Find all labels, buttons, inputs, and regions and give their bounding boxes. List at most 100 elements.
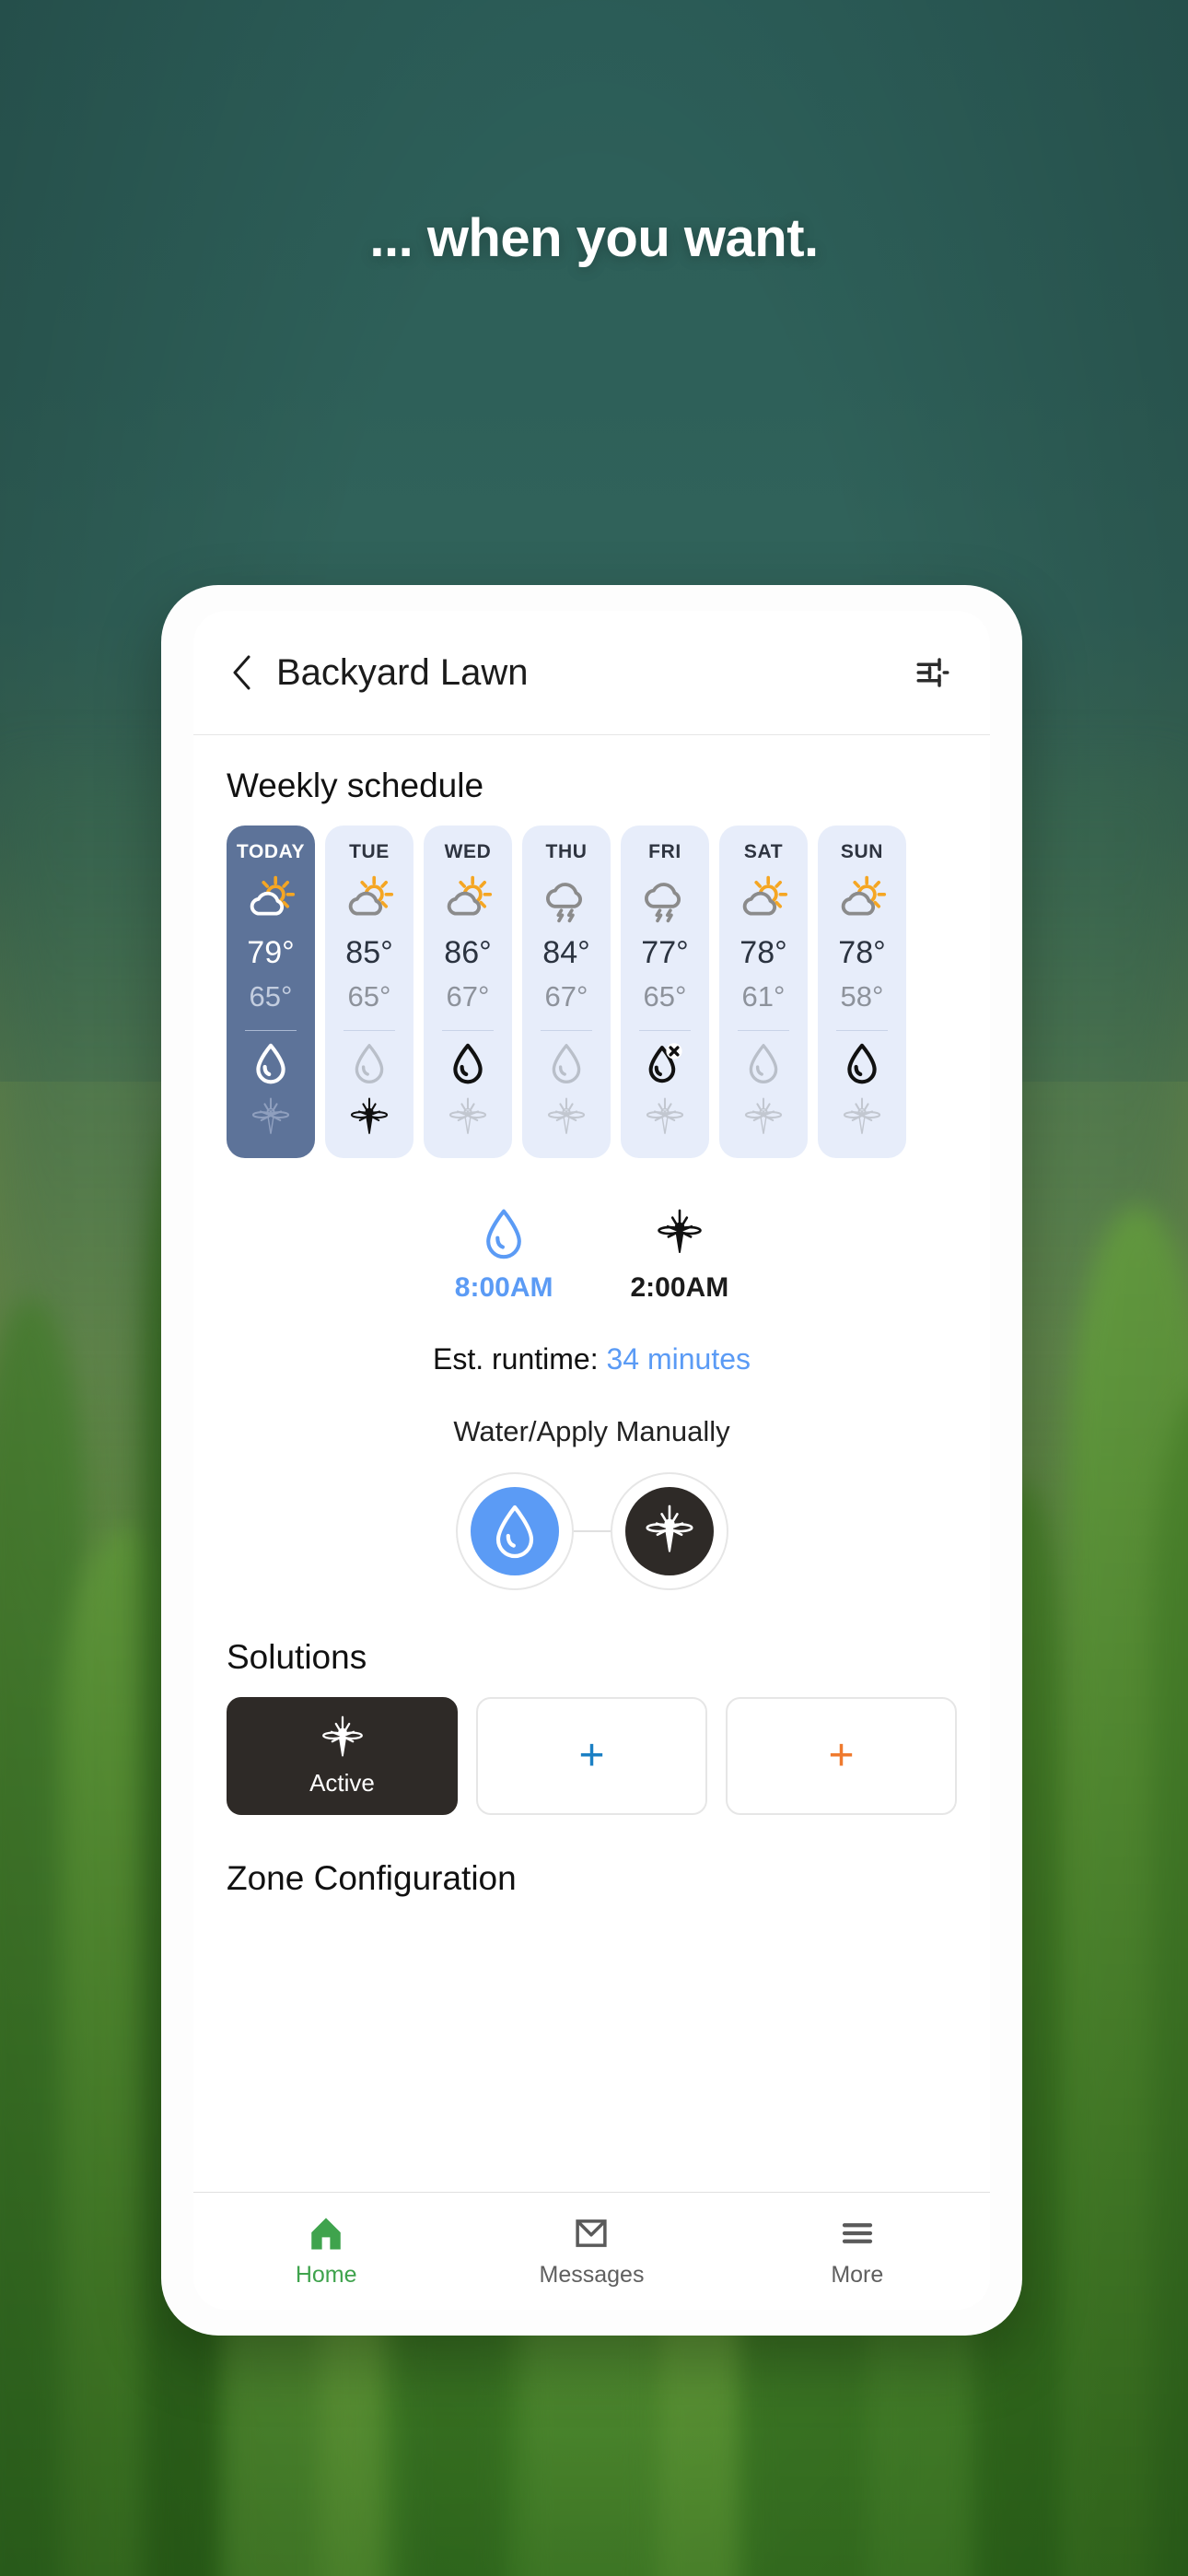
day-low-temp: 67°	[544, 980, 588, 1013]
page-title: ... when you want.	[369, 208, 819, 268]
day-water-status	[548, 1035, 585, 1092]
weather-icon-slot	[738, 869, 789, 930]
weather-icon-slot	[344, 869, 395, 930]
day-card[interactable]: TUE 85° 65°	[325, 825, 413, 1158]
mosquito-icon	[547, 1097, 586, 1134]
nav-item-more[interactable]: More	[725, 2214, 990, 2289]
partly-sunny-icon	[250, 875, 296, 916]
mosquito-icon	[251, 1097, 290, 1134]
mosquito-icon	[658, 1209, 702, 1253]
day-divider	[836, 1030, 888, 1031]
bug-time-label: 2:00AM	[630, 1272, 729, 1303]
partly-sunny-icon	[742, 875, 788, 916]
day-high-temp: 78°	[740, 935, 787, 970]
tune-sliders-icon	[916, 658, 949, 687]
day-bug-status	[842, 1092, 882, 1143]
weather-icon-slot	[541, 869, 592, 930]
day-bug-status	[448, 1092, 488, 1143]
day-divider	[639, 1030, 691, 1031]
weekly-schedule-title: Weekly schedule	[227, 767, 484, 804]
runtime-value: 34 minutes	[606, 1342, 751, 1376]
day-divider	[245, 1030, 297, 1031]
day-water-status	[449, 1035, 486, 1092]
manual-water-pill	[470, 1487, 559, 1575]
day-low-temp: 58°	[840, 980, 884, 1013]
manual-link-line	[573, 1530, 611, 1532]
manual-bug-button[interactable]	[610, 1472, 728, 1590]
solution-add-button-orange[interactable]: +	[726, 1697, 957, 1815]
app-header: Backyard Lawn	[193, 611, 990, 735]
day-water-status	[844, 1035, 880, 1092]
nav-home-label: Home	[295, 2262, 357, 2288]
solution-card-active[interactable]: Active	[227, 1697, 458, 1815]
day-low-temp: 67°	[446, 980, 490, 1013]
day-high-temp: 78°	[838, 935, 886, 970]
day-water-status	[745, 1035, 782, 1092]
nav-messages-label: Messages	[539, 2262, 645, 2288]
mosquito-icon	[350, 1097, 389, 1134]
day-low-temp: 65°	[249, 980, 293, 1013]
estimated-runtime: Est. runtime: 34 minutes	[193, 1342, 990, 1376]
water-drop-icon	[453, 1043, 483, 1084]
nav-item-home[interactable]: Home	[193, 2214, 459, 2289]
partly-sunny-icon	[447, 875, 493, 916]
day-high-temp: 85°	[345, 935, 393, 970]
schedule-times-row: 8:00AM 2:00AM	[193, 1208, 990, 1304]
home-icon	[311, 2218, 341, 2250]
solutions-title: Solutions	[227, 1638, 367, 1676]
day-name: TUE	[349, 841, 390, 862]
water-schedule-time[interactable]: 8:00AM	[455, 1208, 553, 1304]
nav-more-label: More	[831, 2262, 884, 2288]
weather-icon-slot	[639, 869, 691, 930]
day-low-temp: 61°	[741, 980, 786, 1013]
partly-sunny-icon	[348, 875, 394, 916]
partly-sunny-icon	[841, 875, 887, 916]
app-title: Backyard Lawn	[276, 651, 529, 693]
water-drop-icon	[486, 1209, 521, 1259]
water-drop-icon	[749, 1044, 778, 1083]
day-card[interactable]: FRI 77° 65°	[621, 825, 709, 1158]
bottom-navigation: Home Messages More	[193, 2192, 990, 2310]
mosquito-icon	[645, 1505, 693, 1552]
day-bug-status	[349, 1092, 390, 1143]
day-name: SAT	[743, 841, 784, 862]
day-name: TODAY	[236, 841, 306, 862]
weekly-schedule-strip[interactable]: TODAY 79° 65° TUE 85° 65° WED 86° 67° TH…	[193, 825, 990, 1158]
bug-schedule-time[interactable]: 2:00AM	[630, 1208, 729, 1304]
back-button[interactable]	[215, 647, 267, 698]
zone-configuration-title: Zone Configuration	[227, 1859, 517, 1897]
nav-item-messages[interactable]: Messages	[459, 2214, 724, 2289]
plus-icon: +	[578, 1731, 605, 1780]
manual-controls-row	[193, 1472, 990, 1590]
manual-water-button[interactable]	[455, 1472, 574, 1590]
day-card[interactable]: SUN 78° 58°	[818, 825, 906, 1158]
water-time-label: 8:00AM	[454, 1272, 553, 1303]
manual-bug-pill	[624, 1487, 714, 1575]
day-divider	[541, 1030, 592, 1031]
day-divider	[738, 1030, 789, 1031]
thunderstorm-icon	[546, 883, 582, 923]
day-card[interactable]: THU 84° 67°	[522, 825, 611, 1158]
water-drop-icon	[847, 1043, 877, 1084]
day-card[interactable]: WED 86° 67°	[424, 825, 512, 1158]
manual-section-label: Water/Apply Manually	[453, 1415, 730, 1447]
day-card[interactable]: SAT 78° 61°	[719, 825, 808, 1158]
water-drop-icon	[495, 1505, 533, 1559]
mosquito-icon	[321, 1715, 363, 1756]
day-high-temp: 79°	[247, 935, 295, 970]
weather-icon-slot	[442, 869, 494, 930]
day-bug-status	[645, 1092, 685, 1143]
tune-button[interactable]	[907, 647, 959, 698]
chevron-left-icon	[233, 655, 250, 690]
runtime-prefix: Est. runtime:	[432, 1342, 607, 1376]
solution-add-button-blue[interactable]: +	[476, 1697, 707, 1815]
day-high-temp: 77°	[641, 935, 689, 970]
day-bug-status	[546, 1092, 587, 1143]
day-name: THU	[545, 841, 588, 862]
thunderstorm-icon	[645, 883, 681, 923]
hamburger-icon	[842, 2223, 872, 2243]
mosquito-icon	[744, 1097, 783, 1134]
solution-active-label: Active	[309, 1768, 375, 1797]
day-card[interactable]: TODAY 79° 65°	[227, 825, 315, 1158]
day-divider	[344, 1030, 395, 1031]
